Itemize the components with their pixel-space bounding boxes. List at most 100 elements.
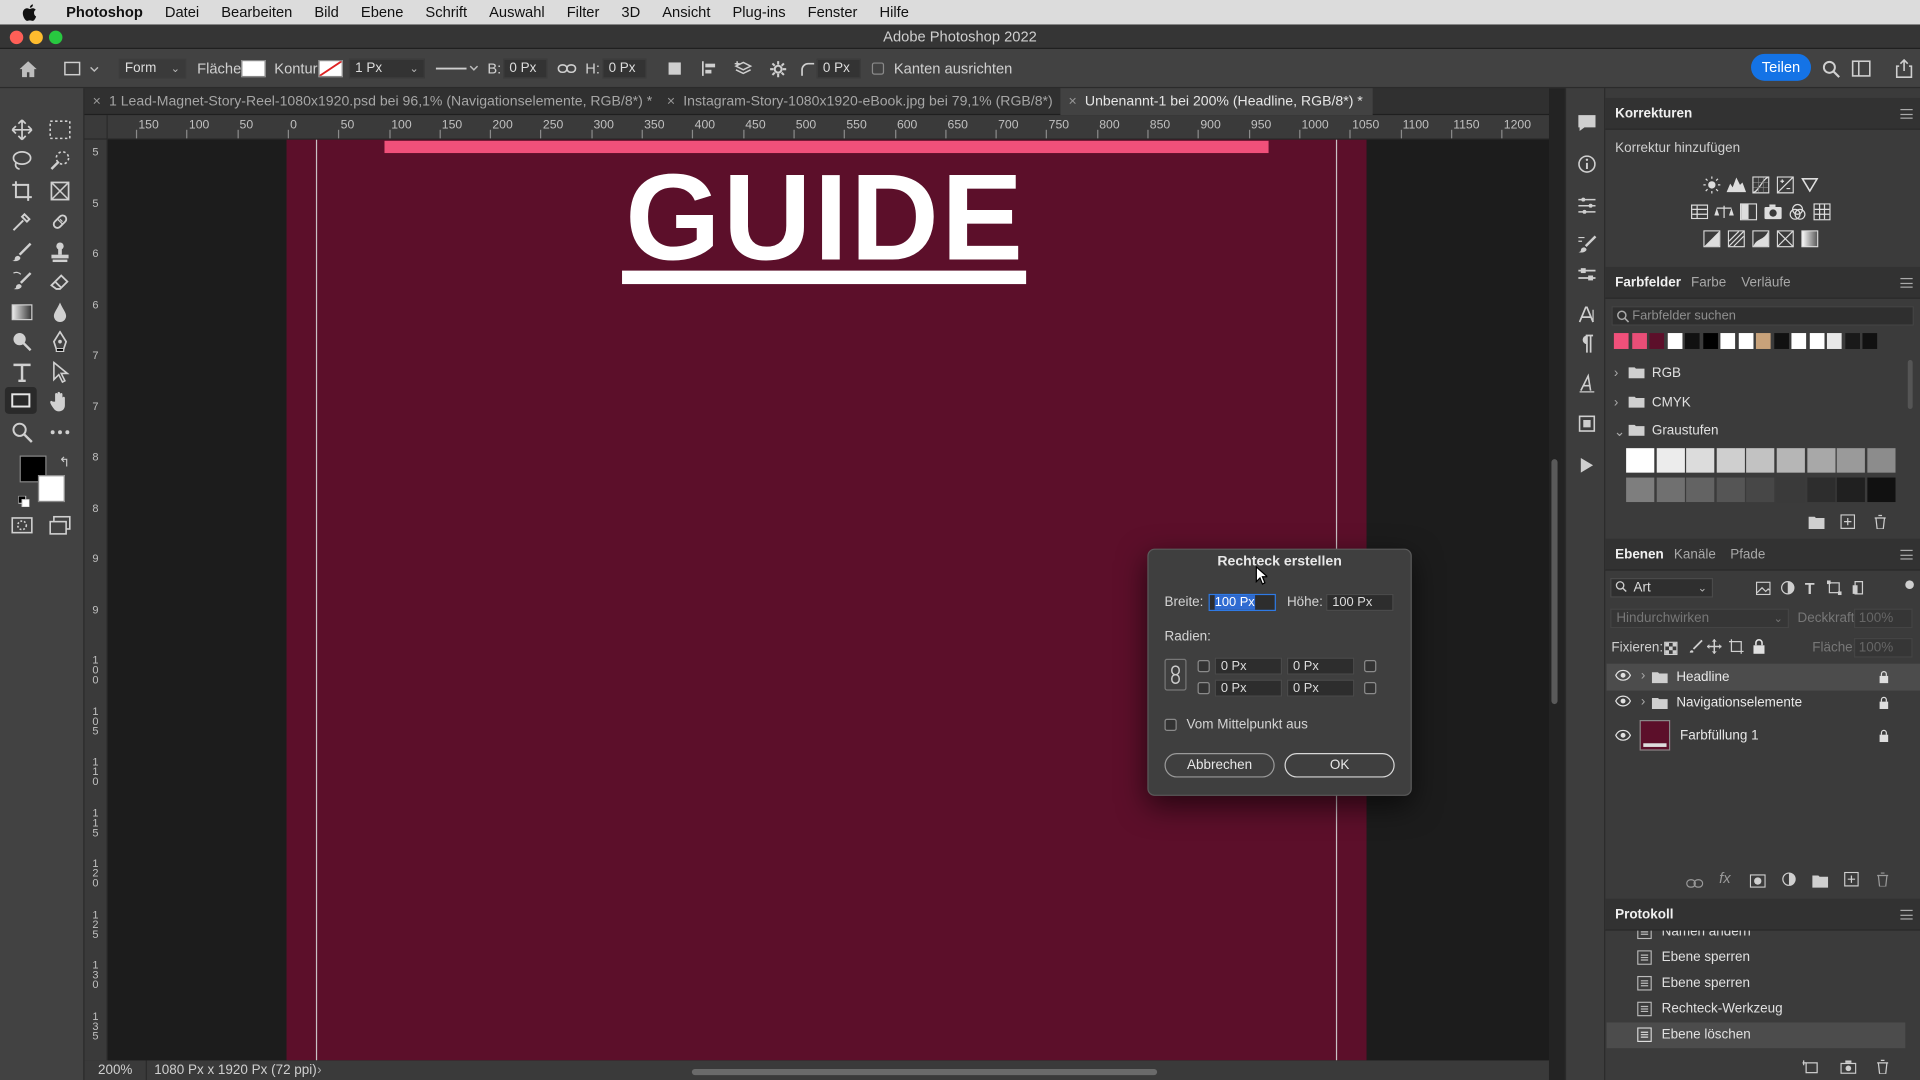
screen-mode-icon[interactable] (44, 512, 76, 539)
clone-stamp-tool-icon[interactable] (44, 239, 76, 266)
menu-hilfe[interactable]: Hilfe (868, 0, 919, 24)
fx-icon[interactable]: fx (1719, 869, 1730, 886)
radius-top-right-input[interactable]: 0 Px (1286, 657, 1355, 675)
eraser-tool-icon[interactable] (44, 268, 76, 295)
share-button[interactable]: Teilen (1751, 53, 1812, 81)
filter-pixel-icon[interactable] (1755, 580, 1771, 598)
menu-auswahl[interactable]: Auswahl (478, 0, 556, 24)
from-center-checkbox[interactable] (1164, 718, 1177, 732)
menu-ebene[interactable]: Ebene (350, 0, 415, 24)
share-export-icon[interactable] (1893, 58, 1915, 79)
link-radii-icon[interactable] (1164, 658, 1187, 691)
chevron-right-icon[interactable]: › (1641, 694, 1645, 709)
quick-selection-tool-icon[interactable] (44, 147, 76, 174)
opacity-field[interactable]: 100% (1853, 608, 1913, 629)
gray-swatch[interactable] (1806, 448, 1836, 473)
gray-swatch[interactable] (1746, 477, 1775, 503)
camera-icon[interactable] (1840, 1059, 1857, 1077)
layer-row-farbfuellung[interactable]: Farbfüllung 1 (1607, 718, 1920, 755)
history-brush-tool-icon[interactable] (6, 268, 38, 295)
tool-preset-picker[interactable] (64, 59, 101, 79)
background-color-swatch[interactable] (37, 475, 65, 503)
panel-menu-icon[interactable] (1900, 909, 1913, 920)
width-field[interactable]: 0 Px (503, 58, 548, 79)
width-input[interactable]: 100 Px (1208, 593, 1276, 612)
tab-pfade[interactable]: Pfade (1730, 539, 1765, 571)
chevron-right-icon[interactable]: › (317, 1060, 321, 1080)
marquee-tool-icon[interactable] (44, 116, 76, 143)
radius-bottom-right-input[interactable]: 0 Px (1286, 679, 1355, 697)
hand-tool-icon[interactable] (44, 388, 76, 415)
gray-swatch[interactable] (1716, 448, 1745, 473)
eye-icon[interactable] (1615, 729, 1632, 745)
fill-field[interactable]: 100% (1853, 637, 1913, 658)
filter-adjustment-icon[interactable] (1780, 580, 1795, 598)
zoom-level[interactable]: 200% (98, 1060, 132, 1080)
tab-unbenannt-1[interactable]: × Unbenannt-1 bei 200% (Headline, RGB/8*)… (1060, 88, 1373, 116)
corner-radius-field[interactable]: 0 Px (816, 58, 861, 79)
panel-menu-icon[interactable] (1900, 549, 1913, 560)
layer-row-headline[interactable]: › Headline (1606, 663, 1920, 691)
path-operations-icon[interactable] (665, 59, 685, 79)
gradient-tool-icon[interactable] (6, 299, 38, 326)
filter-type-icon[interactable]: T (1805, 579, 1815, 597)
dodge-tool-icon[interactable] (6, 328, 38, 355)
glyphs-icon[interactable] (1573, 370, 1600, 397)
gray-swatch[interactable] (1836, 477, 1866, 503)
gray-swatch[interactable] (1686, 448, 1715, 473)
eye-icon[interactable] (1615, 669, 1632, 685)
stroke-width-field[interactable]: 1 Px ⌄ (348, 58, 425, 79)
gray-swatch[interactable] (1656, 448, 1685, 473)
actions-play-icon[interactable] (1573, 452, 1600, 479)
brush-settings-icon[interactable] (1573, 231, 1600, 258)
healing-brush-tool-icon[interactable] (44, 208, 76, 235)
height-field[interactable]: 0 Px (602, 58, 647, 79)
blend-mode-select[interactable]: Hindurchwirken ⌄ (1610, 608, 1789, 629)
gear-icon[interactable] (767, 59, 789, 79)
gray-swatch[interactable] (1626, 477, 1655, 503)
menu-schrift[interactable]: Schrift (414, 0, 478, 24)
tab-lead-magnet[interactable]: × 1 Lead-Magnet-Story-Reel-1080x1920.psd … (84, 88, 657, 115)
path-arrangement-icon[interactable] (732, 59, 754, 79)
horizontal-scrollbar[interactable] (691, 1068, 1158, 1076)
comments-icon[interactable] (1573, 109, 1600, 136)
lock-pixels-icon[interactable] (1689, 639, 1704, 657)
zoom-tool-icon[interactable] (6, 419, 38, 446)
zoom-window-button[interactable] (48, 30, 63, 45)
menu-3d[interactable]: 3D (610, 0, 651, 24)
ok-button[interactable]: OK (1284, 753, 1395, 778)
close-icon[interactable]: × (1065, 88, 1080, 115)
gray-swatch[interactable] (1776, 448, 1805, 473)
eye-icon[interactable] (1615, 695, 1632, 711)
character-icon[interactable] (1573, 301, 1600, 328)
swatches-scrollbar[interactable] (1907, 360, 1913, 409)
close-icon[interactable]: × (89, 88, 104, 115)
stroke-type-picker[interactable] (435, 59, 482, 79)
type-tool-icon[interactable] (6, 359, 38, 386)
libraries-icon[interactable] (1573, 410, 1600, 437)
filter-shape-icon[interactable] (1826, 580, 1842, 598)
chevron-right-icon[interactable]: › (1641, 669, 1645, 684)
adjustment-layer-icon[interactable] (1782, 872, 1797, 890)
home-icon[interactable] (17, 59, 39, 79)
history-item-current[interactable]: Ebene löschen (1606, 1022, 1906, 1049)
link-icon[interactable] (557, 59, 577, 79)
lasso-tool-icon[interactable] (6, 147, 38, 174)
add-mask-icon[interactable] (1749, 873, 1766, 891)
tab-protokoll[interactable]: Protokoll (1615, 899, 1673, 931)
radius-bottom-left-input[interactable]: 0 Px (1214, 679, 1283, 697)
new-document-from-state-icon[interactable] (1802, 1059, 1818, 1077)
path-selection-tool-icon[interactable] (44, 359, 76, 386)
height-input[interactable]: 100 Px (1326, 593, 1394, 612)
rectangle-tool-icon[interactable] (4, 386, 37, 414)
history-item[interactable]: Rechteck-Werkzeug (1607, 997, 1906, 1023)
workspace-icon[interactable] (1850, 59, 1872, 79)
new-layer-icon[interactable] (1844, 871, 1859, 890)
gray-swatch[interactable] (1867, 448, 1896, 473)
tab-instagram-story[interactable]: × Instagram-Story-1080x1920-eBook.jpg bei… (659, 88, 1058, 115)
frame-tool-icon[interactable] (44, 178, 76, 205)
blur-tool-icon[interactable] (44, 299, 76, 326)
quick-mask-icon[interactable] (6, 512, 38, 539)
tool-presets-icon[interactable] (1573, 261, 1600, 288)
trash-icon[interactable] (1873, 514, 1886, 532)
